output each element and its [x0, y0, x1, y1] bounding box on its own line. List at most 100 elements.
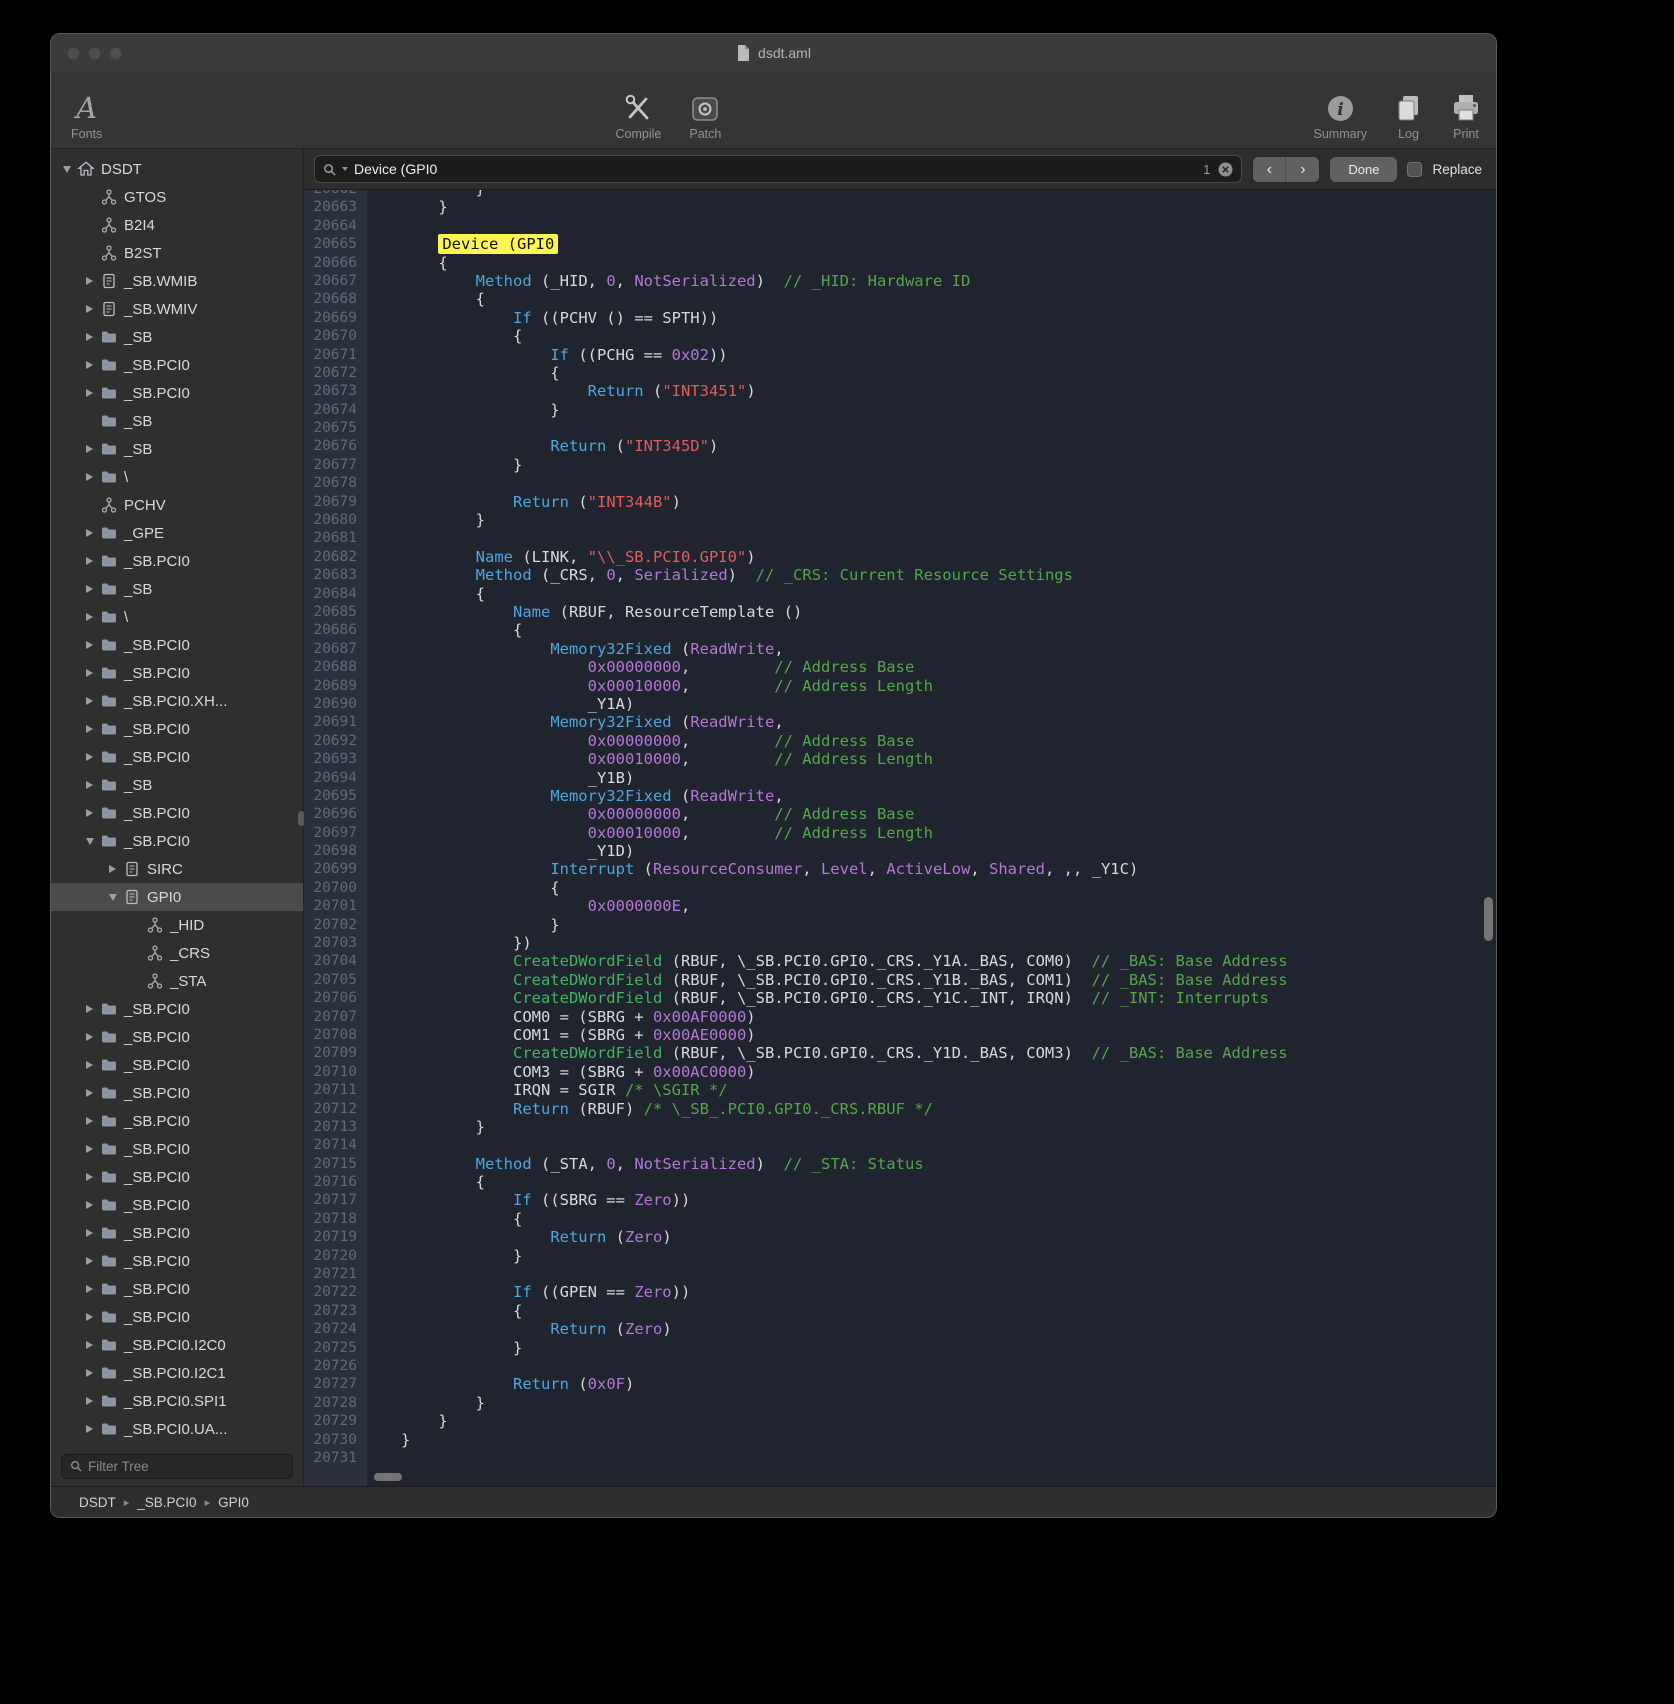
disclosure-triangle[interactable]	[82, 1170, 97, 1184]
close-button[interactable]	[67, 47, 80, 60]
disclosure-triangle[interactable]	[82, 582, 97, 596]
tree-item-sbpci0[interactable]: _SB.PCI0	[51, 351, 303, 379]
tree-item-sbpci0[interactable]: _SB.PCI0	[51, 659, 303, 687]
find-previous-button[interactable]: ‹	[1253, 157, 1286, 182]
tree-item-sbpci0[interactable]: _SB.PCI0	[51, 799, 303, 827]
code-text[interactable]: Name (LINK, "\\_SB.PCI0.GPI0")	[367, 548, 756, 566]
disclosure-triangle[interactable]	[82, 722, 97, 736]
tree-item-sbpci0[interactable]: _SB.PCI0	[51, 547, 303, 575]
disclosure-triangle[interactable]	[82, 330, 97, 344]
fonts-button[interactable]: A Fonts	[71, 79, 102, 141]
tree-item-gtos[interactable]: GTOS	[51, 183, 303, 211]
patch-button[interactable]: Patch	[689, 79, 721, 141]
tree-item-sbpci0[interactable]: _SB.PCI0	[51, 995, 303, 1023]
code-text[interactable]: {	[367, 1173, 485, 1191]
disclosure-triangle[interactable]	[82, 806, 97, 820]
vertical-scrollbar[interactable]	[1484, 897, 1493, 941]
tree-item-sbpci0i2c1[interactable]: _SB.PCI0.I2C1	[51, 1359, 303, 1387]
code-text[interactable]: Device (GPI0	[367, 235, 558, 253]
tree-item-sb[interactable]: _SB	[51, 407, 303, 435]
code-text[interactable]: }	[367, 1247, 522, 1265]
code-text[interactable]: 0x00010000, // Address Length	[367, 824, 933, 842]
tree-item-sbpci0[interactable]: _SB.PCI0	[51, 1219, 303, 1247]
disclosure-triangle[interactable]	[82, 1002, 97, 1016]
tree-item-sbpci0[interactable]: _SB.PCI0	[51, 827, 303, 855]
tree-item-sb[interactable]: _SB	[51, 771, 303, 799]
code-text[interactable]	[367, 1357, 401, 1375]
tree-item-sbpci0[interactable]: _SB.PCI0	[51, 1247, 303, 1275]
disclosure-triangle[interactable]	[105, 862, 120, 876]
code-text[interactable]: }	[367, 1431, 410, 1449]
code-text[interactable]: }	[367, 456, 522, 474]
disclosure-triangle[interactable]	[82, 274, 97, 288]
disclosure-triangle[interactable]	[82, 302, 97, 316]
code-text[interactable]: _Y1B)	[367, 769, 634, 787]
disclosure-triangle[interactable]	[82, 386, 97, 400]
tree-item-sbpci0[interactable]: _SB.PCI0	[51, 1275, 303, 1303]
disclosure-triangle[interactable]	[82, 1198, 97, 1212]
disclosure-triangle[interactable]	[82, 1114, 97, 1128]
code-text[interactable]: })	[367, 934, 532, 952]
code-text[interactable]: }	[367, 1118, 485, 1136]
tree-item-sbpci0[interactable]: _SB.PCI0	[51, 1051, 303, 1079]
code-text[interactable]: _Y1A)	[367, 695, 634, 713]
tree-item-sbpci0[interactable]: _SB.PCI0	[51, 1079, 303, 1107]
code-text[interactable]: CreateDWordField (RBUF, \_SB.PCI0.GPI0._…	[367, 952, 1288, 970]
code-text[interactable]: Return (Zero)	[367, 1228, 672, 1246]
compile-button[interactable]: Compile	[616, 79, 662, 141]
minimize-button[interactable]	[88, 47, 101, 60]
tree-item-sb[interactable]: _SB	[51, 575, 303, 603]
code-text[interactable]: {	[367, 290, 485, 308]
disclosure-triangle[interactable]	[82, 554, 97, 568]
code-text[interactable]: Return ("INT345D")	[367, 437, 718, 455]
code-text[interactable]: 0x00010000, // Address Length	[367, 750, 933, 768]
tree-item-sbpci0[interactable]: _SB.PCI0	[51, 379, 303, 407]
disclosure-triangle[interactable]	[82, 526, 97, 540]
code-text[interactable]: If ((GPEN == Zero))	[367, 1283, 690, 1301]
disclosure-triangle[interactable]	[82, 1366, 97, 1380]
find-input[interactable]: Device (GPI0 1	[314, 155, 1242, 183]
disclosure-triangle[interactable]	[82, 638, 97, 652]
tree-item-crs[interactable]: _CRS	[51, 939, 303, 967]
code-text[interactable]: 0x00010000, // Address Length	[367, 677, 933, 695]
replace-checkbox[interactable]	[1407, 162, 1422, 177]
code-text[interactable]: {	[367, 585, 485, 603]
tree-item-sbpci0spi1[interactable]: _SB.PCI0.SPI1	[51, 1387, 303, 1415]
disclosure-triangle[interactable]	[82, 666, 97, 680]
code-text[interactable]	[367, 1449, 401, 1467]
disclosure-triangle[interactable]	[82, 694, 97, 708]
horizontal-scrollbar[interactable]	[374, 1473, 402, 1481]
code-text[interactable]: Name (RBUF, ResourceTemplate ()	[367, 603, 802, 621]
tree-item-sb[interactable]: _SB	[51, 435, 303, 463]
tree-item-sbpci0[interactable]: _SB.PCI0	[51, 1163, 303, 1191]
print-button[interactable]: Print	[1450, 79, 1482, 141]
tree-item-sbpci0[interactable]: _SB.PCI0	[51, 1191, 303, 1219]
code-text[interactable]: Interrupt (ResourceConsumer, Level, Acti…	[367, 860, 1138, 878]
disclosure-triangle[interactable]	[82, 442, 97, 456]
code-text[interactable]: {	[367, 1210, 522, 1228]
code-text[interactable]	[367, 419, 401, 437]
code-text[interactable]: COM1 = (SBRG + 0x00AE0000)	[367, 1026, 756, 1044]
done-button[interactable]: Done	[1330, 157, 1397, 182]
code-text[interactable]: {	[367, 621, 522, 639]
disclosure-triangle[interactable]	[105, 890, 120, 904]
tree-item-sbpci0i2c0[interactable]: _SB.PCI0.I2C0	[51, 1331, 303, 1359]
disclosure-triangle[interactable]	[82, 610, 97, 624]
tree-item-sbwmiv[interactable]: _SB.WMIV	[51, 295, 303, 323]
code-text[interactable]: }	[367, 916, 560, 934]
code-editor[interactable]: 20662 }20663 }2066420665 Device (GPI0206…	[304, 190, 1496, 1486]
tree-item-sbpci0[interactable]: _SB.PCI0	[51, 1107, 303, 1135]
code-text[interactable]: Method (_HID, 0, NotSerialized) // _HID:…	[367, 272, 970, 290]
code-text[interactable]: Method (_STA, 0, NotSerialized) // _STA:…	[367, 1155, 924, 1173]
tree-item-sbpci0ua[interactable]: _SB.PCI0.UA...	[51, 1415, 303, 1443]
disclosure-triangle[interactable]	[82, 1226, 97, 1240]
tree-item-sbpci0[interactable]: _SB.PCI0	[51, 715, 303, 743]
tree-item-gpi0[interactable]: GPI0	[51, 883, 303, 911]
disclosure-triangle[interactable]	[82, 834, 97, 848]
breadcrumb-item-sb-pci0[interactable]: _SB.PCI0	[137, 1495, 196, 1510]
tree-item-sbpci0[interactable]: _SB.PCI0	[51, 631, 303, 659]
code-text[interactable]	[367, 1265, 401, 1283]
code-text[interactable]: {	[367, 879, 560, 897]
disclosure-triangle[interactable]	[82, 1142, 97, 1156]
code-text[interactable]: If ((SBRG == Zero))	[367, 1191, 690, 1209]
